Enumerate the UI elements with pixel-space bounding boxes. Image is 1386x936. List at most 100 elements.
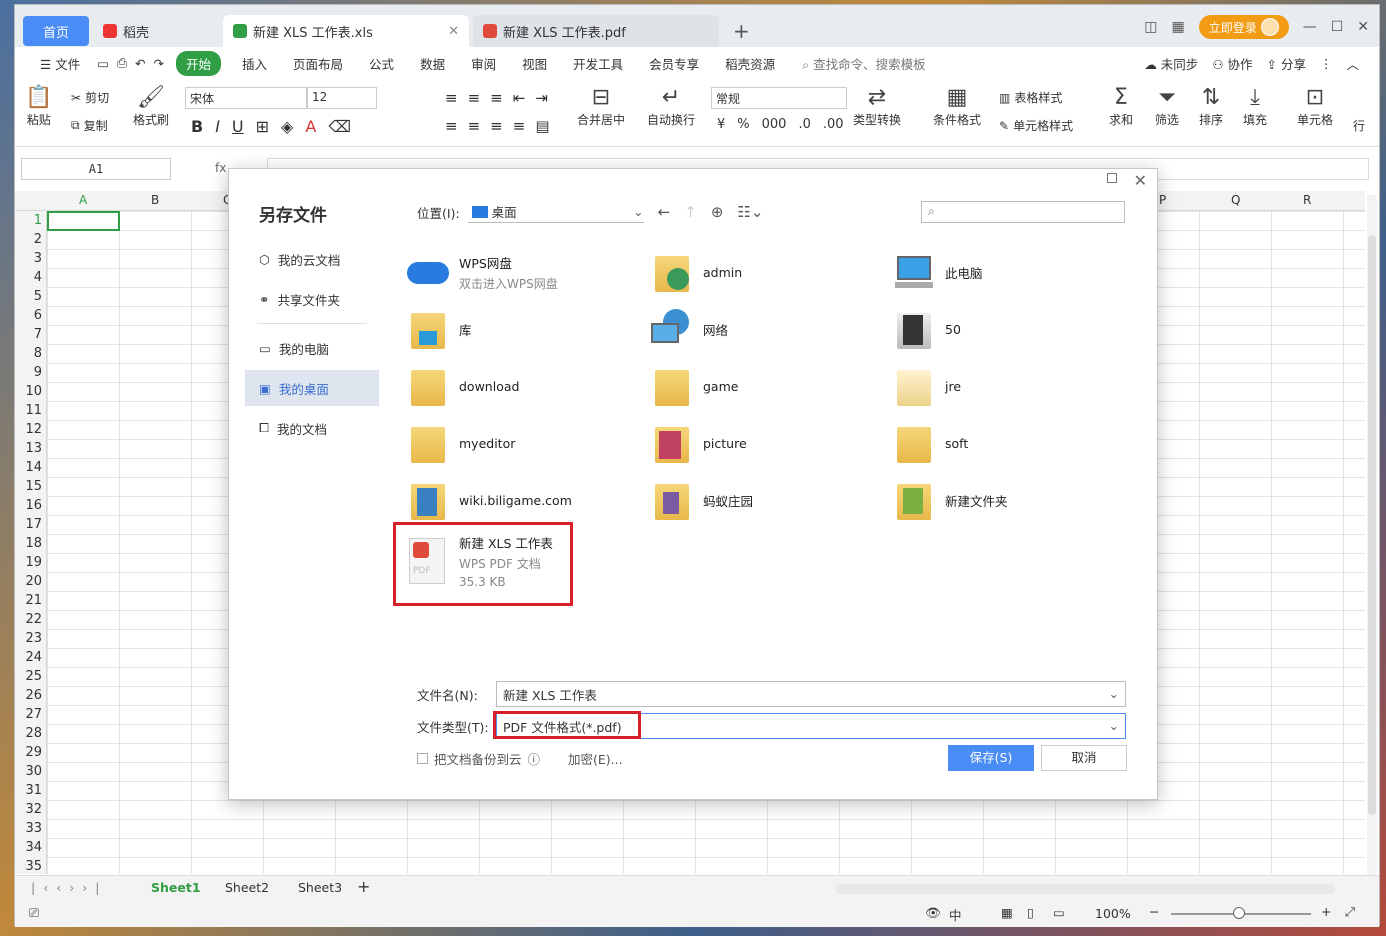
status-icon[interactable]: ⎚: [29, 905, 39, 921]
type-convert-button[interactable]: ⇄ 类型转换: [853, 85, 901, 128]
close-icon[interactable]: ✕: [448, 24, 459, 39]
sheet-tab-2[interactable]: Sheet2: [225, 880, 269, 895]
maximize-icon[interactable]: ☐: [1331, 19, 1344, 35]
more-icon[interactable]: ⋮: [1320, 56, 1333, 71]
login-button[interactable]: 立即登录: [1198, 15, 1289, 39]
fill-button[interactable]: ⤓ 填充: [1243, 85, 1267, 128]
row-header[interactable]: 15: [15, 477, 46, 496]
vertical-scrollbar[interactable]: [1367, 195, 1377, 875]
grid-icon[interactable]: ▦: [1171, 19, 1184, 35]
menu-view[interactable]: 视图: [509, 54, 560, 73]
filename-input[interactable]: 新建 XLS 工作表 ⌄: [496, 681, 1126, 707]
break-view-icon[interactable]: ▭: [1053, 905, 1065, 920]
row-header[interactable]: 28: [15, 724, 46, 743]
eye-icon[interactable]: 👁: [925, 905, 941, 921]
paste-button[interactable]: 📋 粘贴: [25, 85, 52, 128]
sync-button[interactable]: ☁ 未同步: [1144, 54, 1198, 73]
location-select[interactable]: 桌面 ⌄: [467, 201, 644, 223]
row-header[interactable]: 33: [15, 819, 46, 838]
row-header[interactable]: 25: [15, 667, 46, 686]
row-header[interactable]: 10: [15, 382, 46, 401]
row-header[interactable]: 5: [15, 287, 46, 306]
file-item-admin[interactable]: admin: [649, 247, 889, 297]
row-header[interactable]: 1: [15, 211, 46, 230]
indent-icon[interactable]: ⇤: [513, 89, 526, 107]
horizontal-scrollbar[interactable]: [835, 884, 1335, 894]
decrease-decimal-icon[interactable]: .00: [823, 117, 844, 132]
row-header[interactable]: 22: [15, 610, 46, 629]
info-icon[interactable]: ⓘ: [528, 749, 541, 768]
menu-data[interactable]: 数据: [407, 54, 458, 73]
italic-icon[interactable]: I: [215, 117, 220, 136]
menu-page-layout[interactable]: 页面布局: [280, 54, 356, 73]
page-view-icon[interactable]: ▯: [1027, 905, 1034, 920]
file-item-network[interactable]: 网络: [649, 304, 889, 354]
percent-icon[interactable]: %: [737, 117, 749, 132]
sidebar-item-my-computer[interactable]: ▭ 我的电脑: [245, 330, 379, 366]
number-format-select[interactable]: 常规: [711, 87, 847, 109]
row-header[interactable]: 8: [15, 344, 46, 363]
row-header[interactable]: 7: [15, 325, 46, 344]
bold-icon[interactable]: B: [191, 117, 203, 136]
file-item-library[interactable]: 库: [405, 304, 645, 354]
col-header-b[interactable]: B: [151, 193, 159, 207]
align-center-icon[interactable]: ≡: [468, 117, 481, 135]
minimize-icon[interactable]: —: [1303, 19, 1317, 35]
sheet-tab-1[interactable]: Sheet1: [151, 880, 201, 895]
font-select[interactable]: 宋体: [185, 87, 307, 109]
menu-dev-tools[interactable]: 开发工具: [560, 54, 636, 73]
sheet-tab-3[interactable]: Sheet3: [298, 880, 342, 895]
row-header[interactable]: 16: [15, 496, 46, 515]
filter-button[interactable]: ⏷ 筛选: [1155, 85, 1179, 128]
menu-review[interactable]: 审阅: [458, 54, 509, 73]
row-header[interactable]: 32: [15, 800, 46, 819]
file-item-myeditor[interactable]: myeditor: [405, 418, 645, 468]
zoom-in-icon[interactable]: +: [1321, 904, 1331, 919]
row-header[interactable]: 2: [15, 230, 46, 249]
format-painter-button[interactable]: 🖌 格式刷: [133, 85, 169, 128]
fullscreen-icon[interactable]: ⤢: [1345, 904, 1355, 920]
row-header[interactable]: 35: [15, 857, 46, 874]
cut-button[interactable]: ✂ 剪切: [71, 89, 109, 106]
border-icon[interactable]: ⊞: [256, 117, 269, 136]
copy-button[interactable]: ⧉ 复制: [71, 117, 108, 134]
col-header-a[interactable]: A: [79, 193, 87, 207]
underline-icon[interactable]: U: [232, 117, 244, 136]
file-item-new-folder[interactable]: 新建文件夹: [891, 475, 1131, 525]
align-top-icon[interactable]: ≡: [445, 89, 458, 107]
row-header[interactable]: 26: [15, 686, 46, 705]
row-header[interactable]: 30: [15, 762, 46, 781]
col-header-r[interactable]: R: [1303, 193, 1311, 207]
sidebar-item-desktop[interactable]: ▣ 我的桌面: [245, 370, 379, 406]
font-size-select[interactable]: 12: [307, 87, 377, 109]
menu-member[interactable]: 会员专享: [636, 54, 712, 73]
file-item-jre[interactable]: jre: [891, 361, 1131, 411]
wrap-button[interactable]: ↵ 自动换行: [647, 85, 695, 128]
save-icon[interactable]: ▭: [93, 56, 113, 71]
sort-button[interactable]: ⇅ 排序: [1199, 85, 1223, 128]
sidebar-item-shared-folder[interactable]: ⚭ 共享文件夹: [245, 281, 379, 317]
vertical-scroll-thumb[interactable]: [1368, 235, 1376, 815]
undo-icon[interactable]: ↶: [131, 56, 149, 71]
file-item-download[interactable]: download: [405, 361, 645, 411]
thousands-icon[interactable]: 000: [762, 117, 787, 132]
align-left-icon[interactable]: ≡: [445, 117, 458, 135]
row-button[interactable]: 行: [1353, 117, 1365, 134]
menu-daoke-resources[interactable]: 稻壳资源: [712, 54, 788, 73]
file-item-50[interactable]: 50: [891, 304, 1131, 354]
align-bottom-icon[interactable]: ≡: [490, 89, 503, 107]
selected-cell-a1[interactable]: [47, 211, 120, 231]
file-item-ant-farm[interactable]: 蚂蚁庄园: [649, 475, 889, 525]
sidebar-item-my-documents[interactable]: ⧠ 我的文档: [245, 410, 379, 446]
cancel-button[interactable]: 取消: [1041, 745, 1127, 771]
file-item-wiki[interactable]: wiki.biligame.com: [405, 475, 645, 525]
row-header[interactable]: 13: [15, 439, 46, 458]
fill-color-icon[interactable]: ◈: [281, 117, 293, 136]
name-box[interactable]: A1: [21, 158, 171, 180]
dialog-maximize-icon[interactable]: [1107, 173, 1117, 183]
cell-button[interactable]: ⊡ 单元格: [1297, 85, 1333, 128]
new-folder-icon[interactable]: ⊕: [711, 203, 724, 221]
row-header[interactable]: 34: [15, 838, 46, 857]
backup-checkbox[interactable]: [417, 753, 428, 764]
cond-format-button[interactable]: ▦ 条件格式: [933, 85, 981, 128]
